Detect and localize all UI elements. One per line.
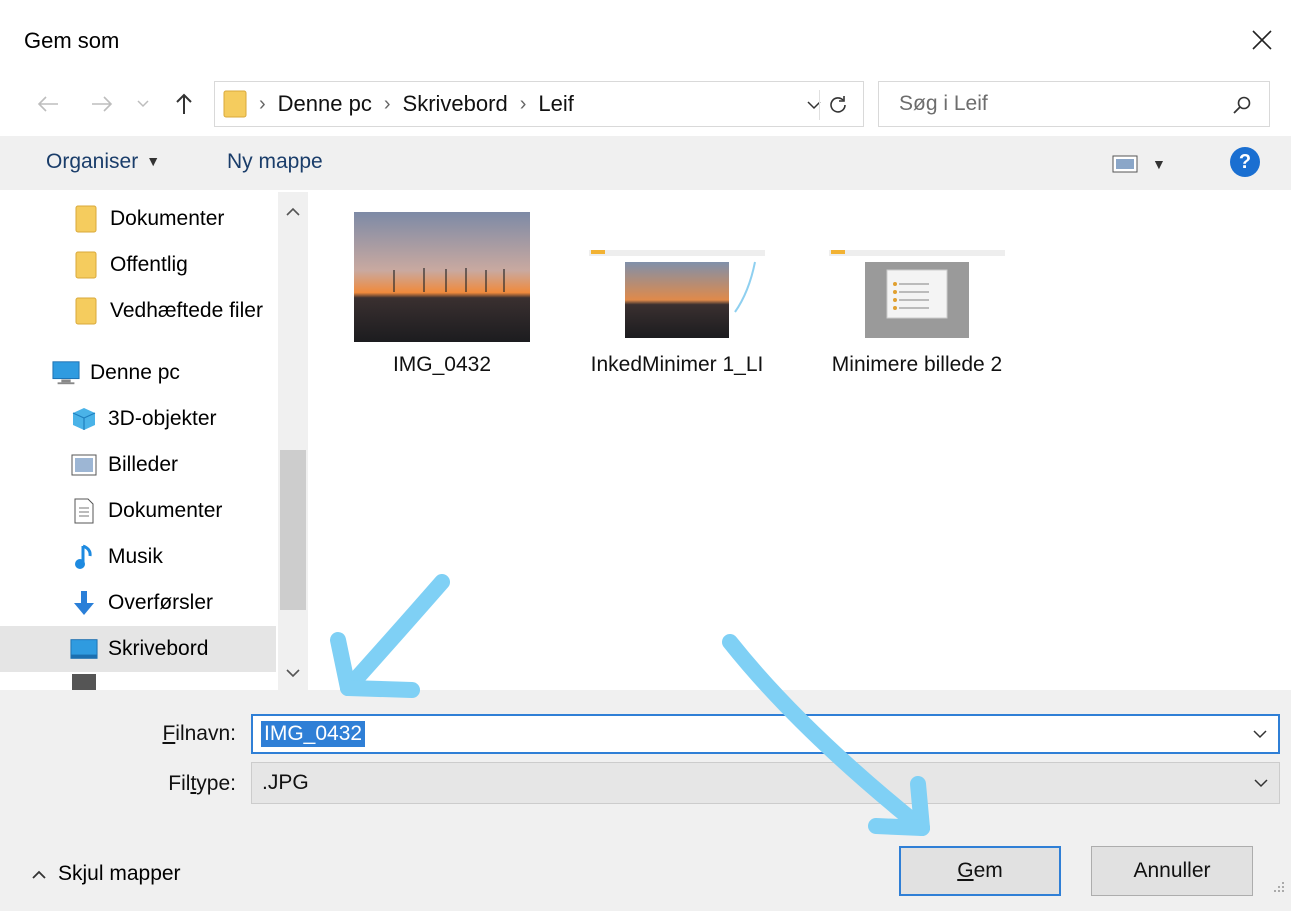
resize-grip-icon[interactable] [1268, 880, 1286, 898]
chevron-down-icon [1254, 778, 1268, 787]
music-note-icon [70, 543, 98, 571]
chevron-down-icon [1253, 729, 1267, 738]
save-as-dialog: Gem som › Denne pc › Skrivebord › Leif S… [0, 0, 1291, 911]
title-bar: Gem som [0, 0, 1291, 80]
hide-folders-button[interactable]: Skjul mapper [32, 862, 181, 886]
documents-icon [70, 497, 98, 525]
help-icon: ? [1238, 150, 1252, 173]
screenshot-thumbnail [829, 250, 1005, 342]
chevron-up-icon [32, 870, 46, 879]
folder-icon [72, 251, 100, 279]
nav-item-billeder[interactable]: Billeder [0, 442, 276, 488]
help-button[interactable]: ? [1230, 147, 1260, 177]
filetype-dropdown-button[interactable] [1249, 771, 1273, 795]
nav-item-denne-pc[interactable]: Denne pc [0, 350, 276, 396]
nav-item-dokumenter[interactable]: Dokumenter [0, 488, 276, 534]
back-button[interactable] [30, 86, 66, 122]
chevron-down-icon [286, 668, 300, 677]
scroll-up-button[interactable] [278, 196, 308, 226]
nav-item-vedhaeftede-filer[interactable]: Vedhæftede filer [0, 288, 276, 334]
search-icon [1233, 96, 1251, 114]
forward-button[interactable] [84, 86, 120, 122]
up-button[interactable] [166, 86, 202, 122]
close-button[interactable] [1238, 16, 1286, 64]
scroll-thumb[interactable] [280, 450, 306, 610]
nav-item-3d-objekter[interactable]: 3D-objekter [0, 396, 276, 442]
save-options-panel: Filnavn: IMG_0432 Filtype: .JPG Skjul ma… [0, 690, 1291, 911]
screenshot-thumbnail [589, 250, 765, 342]
nav-item-musik[interactable]: Musik [0, 534, 276, 580]
filetype-label: Filtype: [168, 772, 236, 795]
arrow-right-icon [92, 96, 113, 112]
arrow-up-icon [176, 93, 192, 114]
filename-dropdown-button[interactable] [1248, 722, 1272, 746]
file-item-minimere-billede-2[interactable]: Minimere billede 2 [817, 212, 1017, 378]
pictures-icon [70, 451, 98, 479]
download-arrow-icon [70, 589, 98, 617]
search-button[interactable] [1227, 90, 1257, 120]
nav-item-offentlig[interactable]: Offentlig [0, 242, 276, 288]
window-title: Gem som [24, 28, 120, 53]
folder-icon [72, 205, 100, 233]
folder-icon [223, 90, 247, 118]
file-name: InkedMinimer 1_LI [590, 353, 764, 376]
file-name: IMG_0432 [392, 353, 492, 376]
sunset-photo-thumbnail [354, 212, 530, 342]
nav-pane-scrollbar[interactable] [278, 192, 308, 690]
desktop-icon [70, 635, 98, 663]
dropdown-triangle-icon: ▼ [1152, 156, 1166, 172]
file-item-inkedminimer[interactable]: InkedMinimer 1_LI [577, 212, 777, 378]
nav-item-skrivebord[interactable]: Skrivebord [0, 626, 276, 672]
file-item-img-0432[interactable]: IMG_0432 [342, 212, 542, 378]
computer-icon [52, 359, 80, 387]
filename-field[interactable]: IMG_0432 [251, 714, 1280, 754]
videos-icon [70, 674, 98, 690]
refresh-icon [829, 96, 846, 113]
cancel-button[interactable]: Annuller [1091, 846, 1253, 896]
arrow-left-icon [37, 96, 58, 112]
new-folder-button[interactable]: Ny mappe [227, 150, 323, 174]
search-input[interactable]: Søg i Leif [899, 92, 988, 116]
filename-label: Filnavn: [162, 722, 236, 745]
recent-locations-button[interactable] [130, 86, 156, 122]
scroll-down-button[interactable] [278, 658, 308, 688]
dropdown-triangle-icon: ▼ [146, 153, 161, 169]
search-box[interactable]: Søg i Leif [878, 81, 1270, 127]
chevron-down-icon [137, 100, 149, 108]
refresh-button[interactable] [819, 90, 855, 120]
chevron-up-icon [286, 207, 300, 216]
breadcrumb-leif[interactable]: Leif [538, 91, 573, 117]
folder-icon [72, 297, 100, 325]
breadcrumb-denne-pc[interactable]: Denne pc [278, 91, 372, 117]
navigation-pane: Dokumenter Offentlig Vedhæftede filer De… [0, 192, 312, 690]
organise-menu[interactable]: Organiser ▼ [46, 150, 160, 174]
nav-item-dokumenter-folder[interactable]: Dokumenter [0, 196, 276, 242]
save-button[interactable]: Gem [899, 846, 1061, 896]
file-name: Minimere billede 2 [831, 353, 1003, 376]
breadcrumb-skrivebord[interactable]: Skrivebord [403, 91, 508, 117]
address-bar[interactable]: › Denne pc › Skrivebord › Leif [214, 81, 864, 127]
nav-item-partial[interactable] [0, 674, 276, 690]
filetype-value: .JPG [262, 771, 309, 794]
view-thumbnail-icon [1112, 155, 1138, 173]
cube-3d-icon [70, 405, 98, 433]
filename-input[interactable]: IMG_0432 [261, 721, 366, 747]
command-toolbar: Organiser ▼ Ny mappe ▼ ? [0, 136, 1291, 190]
close-icon [1252, 30, 1272, 50]
change-view-button[interactable]: ▼ [1112, 150, 1182, 178]
file-list: IMG_0432 InkedMinimer 1_LI Minimere bill… [312, 192, 1291, 690]
filetype-select[interactable]: .JPG [251, 762, 1280, 804]
nav-item-overforsler[interactable]: Overførsler [0, 580, 276, 626]
